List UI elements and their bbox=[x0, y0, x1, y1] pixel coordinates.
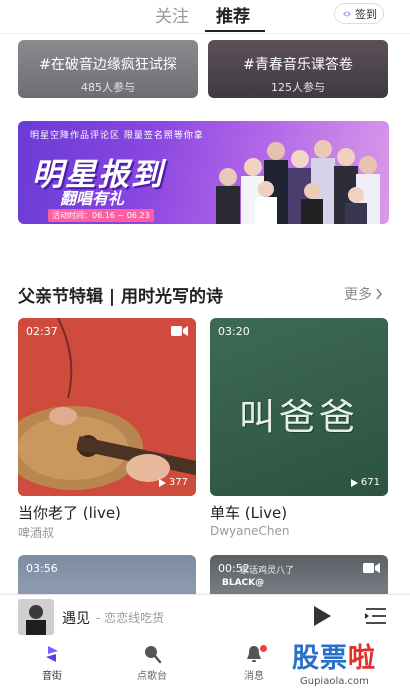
checkin-label: 签到 bbox=[355, 7, 377, 21]
watermark-url: Gupiaola.com bbox=[300, 676, 369, 687]
topic-count: 485人参与 bbox=[81, 81, 135, 94]
watermark: 股票啦 bbox=[292, 636, 376, 675]
nav-label: 音街 bbox=[42, 671, 62, 682]
play-count: 671 bbox=[350, 477, 380, 488]
video-cover-text: 叫爸爸 bbox=[238, 397, 359, 438]
nav-item-messages[interactable]: 消息 bbox=[224, 644, 284, 682]
video-camera-icon bbox=[171, 326, 188, 336]
mini-player[interactable]: 遇见 - 恋恋线吃货 bbox=[0, 594, 410, 638]
play-count-value: 377 bbox=[168, 477, 188, 488]
video-card[interactable]: 03:20 叫爸爸 671 bbox=[210, 318, 388, 496]
promo-banner[interactable]: 明星空降作品评论区 限量签名照等你拿 明星报到 翻唱有礼 活动时间：06.16 … bbox=[18, 121, 389, 224]
song-artist: - 恋恋线吃货 bbox=[96, 611, 165, 625]
music-street-icon bbox=[46, 646, 58, 662]
video-overlay-text: 家话鸡灵八了 bbox=[240, 566, 295, 576]
nav-label: 消息 bbox=[244, 671, 264, 682]
active-tab-indicator bbox=[205, 30, 265, 32]
unread-dot bbox=[260, 645, 267, 652]
play-count-icon bbox=[158, 478, 166, 487]
celebrity-group-image bbox=[216, 140, 380, 224]
play-icon[interactable] bbox=[312, 605, 332, 627]
checkin-button[interactable]: 签到 bbox=[334, 3, 384, 24]
banner-subtitle: 翻唱有礼 bbox=[60, 189, 125, 208]
banner-tagline: 明星空降作品评论区 限量签名照等你拿 bbox=[30, 131, 204, 141]
topic-card[interactable]: #青春音乐课答卷 125人参与 bbox=[208, 40, 388, 98]
album-thumbnail[interactable] bbox=[18, 599, 54, 635]
topic-card[interactable]: #在破音边缘疯狂试探 485人参与 bbox=[18, 40, 198, 98]
song-title: 遇见 bbox=[62, 611, 90, 627]
nav-item-song-request[interactable]: 点歌台 bbox=[122, 644, 182, 682]
play-count: 377 bbox=[158, 477, 188, 488]
video-camera-icon bbox=[363, 563, 380, 573]
play-count-value: 671 bbox=[360, 477, 380, 488]
video-author[interactable]: 啤酒叔 bbox=[18, 524, 54, 541]
video-duration: 02:37 bbox=[26, 325, 58, 338]
topic-title: #青春音乐课答卷 bbox=[243, 57, 353, 73]
video-author[interactable]: DwyaneChen bbox=[210, 524, 289, 538]
more-link[interactable]: 更多 bbox=[344, 284, 383, 304]
video-duration: 03:56 bbox=[26, 562, 58, 575]
section-title: 父亲节特辑 | 用时光写的诗 bbox=[18, 287, 224, 307]
watermark-text-red: 啦 bbox=[348, 643, 376, 674]
video-title[interactable]: 当你老了 (live) bbox=[18, 502, 121, 523]
topic-count: 125人参与 bbox=[271, 81, 325, 94]
play-count-icon bbox=[350, 478, 358, 487]
video-duration: 03:20 bbox=[218, 325, 250, 338]
topic-title: #在破音边缘疯狂试探 bbox=[39, 57, 177, 73]
nav-label: 点歌台 bbox=[137, 671, 167, 682]
video-card[interactable]: 02:37 377 bbox=[18, 318, 196, 496]
artist-photo bbox=[18, 599, 54, 635]
divider bbox=[0, 33, 410, 34]
watermark-text: 股票 bbox=[292, 643, 348, 674]
more-label: 更多 bbox=[344, 287, 372, 303]
mic-icon bbox=[145, 646, 162, 664]
video-overlay-text: BLACK@ bbox=[222, 578, 265, 588]
guitar-player-thumbnail bbox=[18, 318, 196, 496]
banner-time: 活动时间：06.16 ~ 06.23 bbox=[48, 209, 154, 222]
checkin-icon bbox=[343, 11, 351, 16]
top-tab-bar: 关注 推荐 签到 bbox=[0, 0, 410, 32]
chevron-right-icon bbox=[376, 288, 383, 300]
tab-follow[interactable]: 关注 bbox=[155, 2, 189, 27]
video-title[interactable]: 单车 (Live) bbox=[210, 502, 287, 523]
tab-recommend[interactable]: 推荐 bbox=[216, 2, 250, 27]
playlist-icon[interactable] bbox=[364, 605, 388, 627]
nav-item-music-street[interactable]: 音街 bbox=[22, 644, 82, 682]
